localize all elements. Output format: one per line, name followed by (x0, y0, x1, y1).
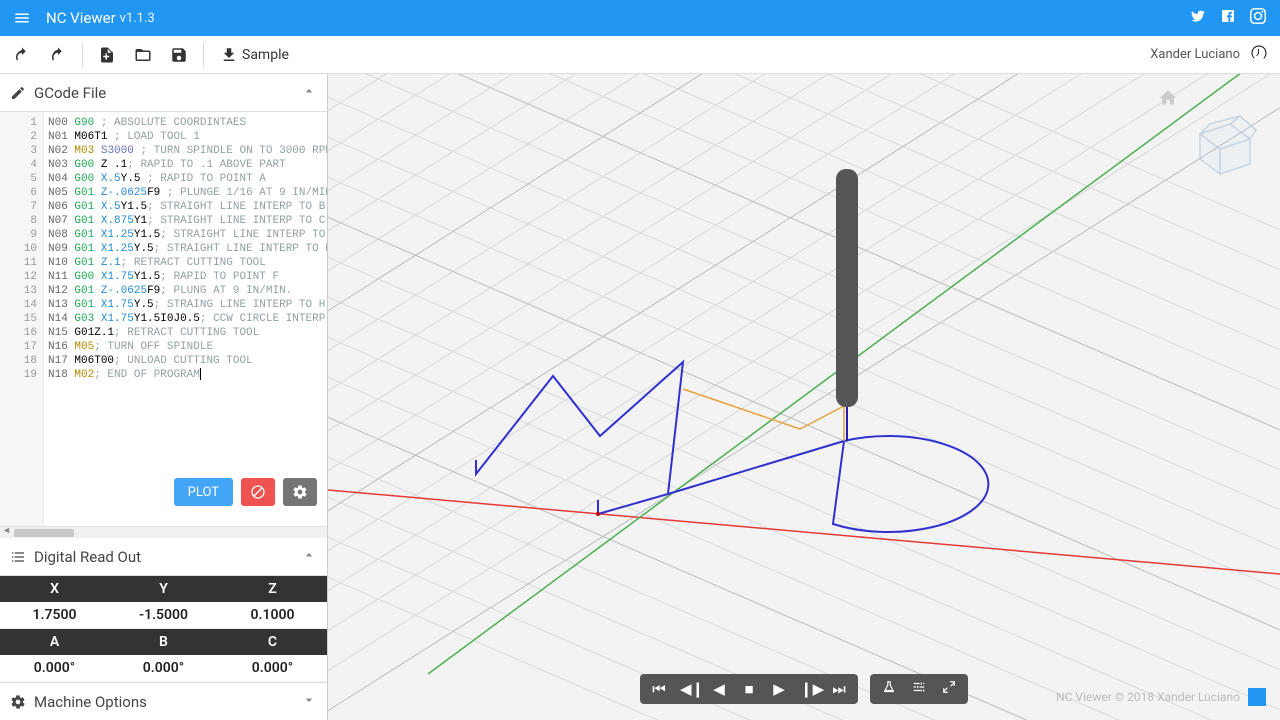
gcode-panel-header[interactable]: GCode File (0, 74, 327, 112)
chevron-up-icon (301, 547, 317, 567)
dashboard-icon[interactable] (1250, 44, 1268, 66)
x-axis (328, 490, 1280, 574)
3d-viewport[interactable]: ⏮ ◀❙ ◀ ■ ▶ ❙▶ ⏭ NC Viewer © 2018 Xander … (328, 74, 1280, 720)
viewport-grid (328, 74, 1280, 720)
social-links (1190, 8, 1272, 28)
flask-icon[interactable] (880, 680, 898, 698)
machine-panel-title: Machine Options (34, 693, 301, 711)
line-gutter: 12345678910111213141516171819 (0, 112, 44, 526)
undo-button[interactable] (6, 39, 38, 71)
app-topbar: NC Viewer v1.1.3 (0, 0, 1280, 36)
playback-controls: ⏮ ◀❙ ◀ ■ ▶ ❙▶ ⏭ (640, 674, 968, 704)
app-version: v1.1.3 (120, 11, 155, 26)
settings-button[interactable] (283, 478, 317, 506)
stop-button[interactable]: ■ (740, 680, 758, 698)
sample-button[interactable]: Sample (212, 42, 297, 68)
home-icon[interactable] (1158, 88, 1178, 113)
watermark: NC Viewer © 2018 Xander Luciano (1056, 688, 1266, 706)
dro-value-a: 0.000° (0, 655, 109, 681)
skip-end-button[interactable]: ⏭ (830, 680, 848, 698)
collapse-icon[interactable] (940, 680, 958, 698)
dro-value-x: 1.7500 (0, 602, 109, 628)
play-reverse-button[interactable]: ◀ (710, 680, 728, 698)
dro-value-c: 0.000° (218, 655, 327, 681)
redo-button[interactable] (42, 39, 74, 71)
sliders-icon[interactable] (910, 680, 928, 698)
dro-header-c: C (218, 629, 327, 655)
dro-header-z: Z (218, 576, 327, 602)
dro-table: X Y Z 1.7500 -1.5000 0.1000 A B C 0.000°… (0, 576, 327, 682)
app-title: NC Viewer (46, 9, 116, 27)
sample-label: Sample (242, 47, 289, 63)
instagram-icon[interactable] (1250, 8, 1266, 28)
edit-icon (10, 85, 34, 101)
clear-button[interactable] (241, 478, 275, 506)
dro-header-a: A (0, 629, 109, 655)
save-file-button[interactable] (163, 39, 195, 71)
tool-marker (836, 169, 858, 441)
skip-start-button[interactable]: ⏮ (650, 680, 668, 698)
facebook-icon[interactable] (1220, 8, 1236, 28)
dro-header-b: B (109, 629, 218, 655)
play-button[interactable]: ▶ (770, 680, 788, 698)
dro-value-z: 0.1000 (218, 602, 327, 628)
open-file-button[interactable] (127, 39, 159, 71)
dro-value-b: 0.000° (109, 655, 218, 681)
dro-value-y: -1.5000 (109, 602, 218, 628)
dro-panel-title: Digital Read Out (34, 548, 301, 566)
chevron-up-icon (301, 83, 317, 103)
step-forward-button[interactable]: ❙▶ (800, 680, 818, 698)
username[interactable]: Xander Luciano (1150, 47, 1240, 62)
new-file-button[interactable] (91, 39, 123, 71)
sidebar: GCode File 12345678910111213141516171819… (0, 74, 328, 720)
dro-panel-header[interactable]: Digital Read Out (0, 538, 327, 576)
list-icon (10, 549, 34, 565)
gear-icon (10, 694, 34, 710)
chevron-down-icon (301, 692, 317, 712)
machine-panel-header[interactable]: Machine Options (0, 682, 327, 720)
rapids (683, 389, 844, 441)
editor-scrollbar[interactable] (0, 526, 327, 538)
dro-header-y: Y (109, 576, 218, 602)
code-content[interactable]: N00 G90 ; ABSOLUTE COORDINTAESN01 M06T1 … (44, 112, 327, 526)
menu-icon[interactable] (8, 4, 36, 32)
view-cube[interactable] (1180, 104, 1260, 184)
twitter-icon[interactable] (1190, 8, 1206, 28)
code-editor[interactable]: 12345678910111213141516171819 N00 G90 ; … (0, 112, 327, 526)
gcode-panel-title: GCode File (34, 84, 301, 102)
main-toolbar: Sample Xander Luciano (0, 36, 1280, 74)
step-back-button[interactable]: ◀❙ (680, 680, 698, 698)
toolpath (476, 362, 988, 532)
download-icon (220, 46, 238, 64)
logo-icon (1248, 688, 1266, 706)
plot-button[interactable]: PLOT (174, 478, 233, 506)
dro-header-x: X (0, 576, 109, 602)
